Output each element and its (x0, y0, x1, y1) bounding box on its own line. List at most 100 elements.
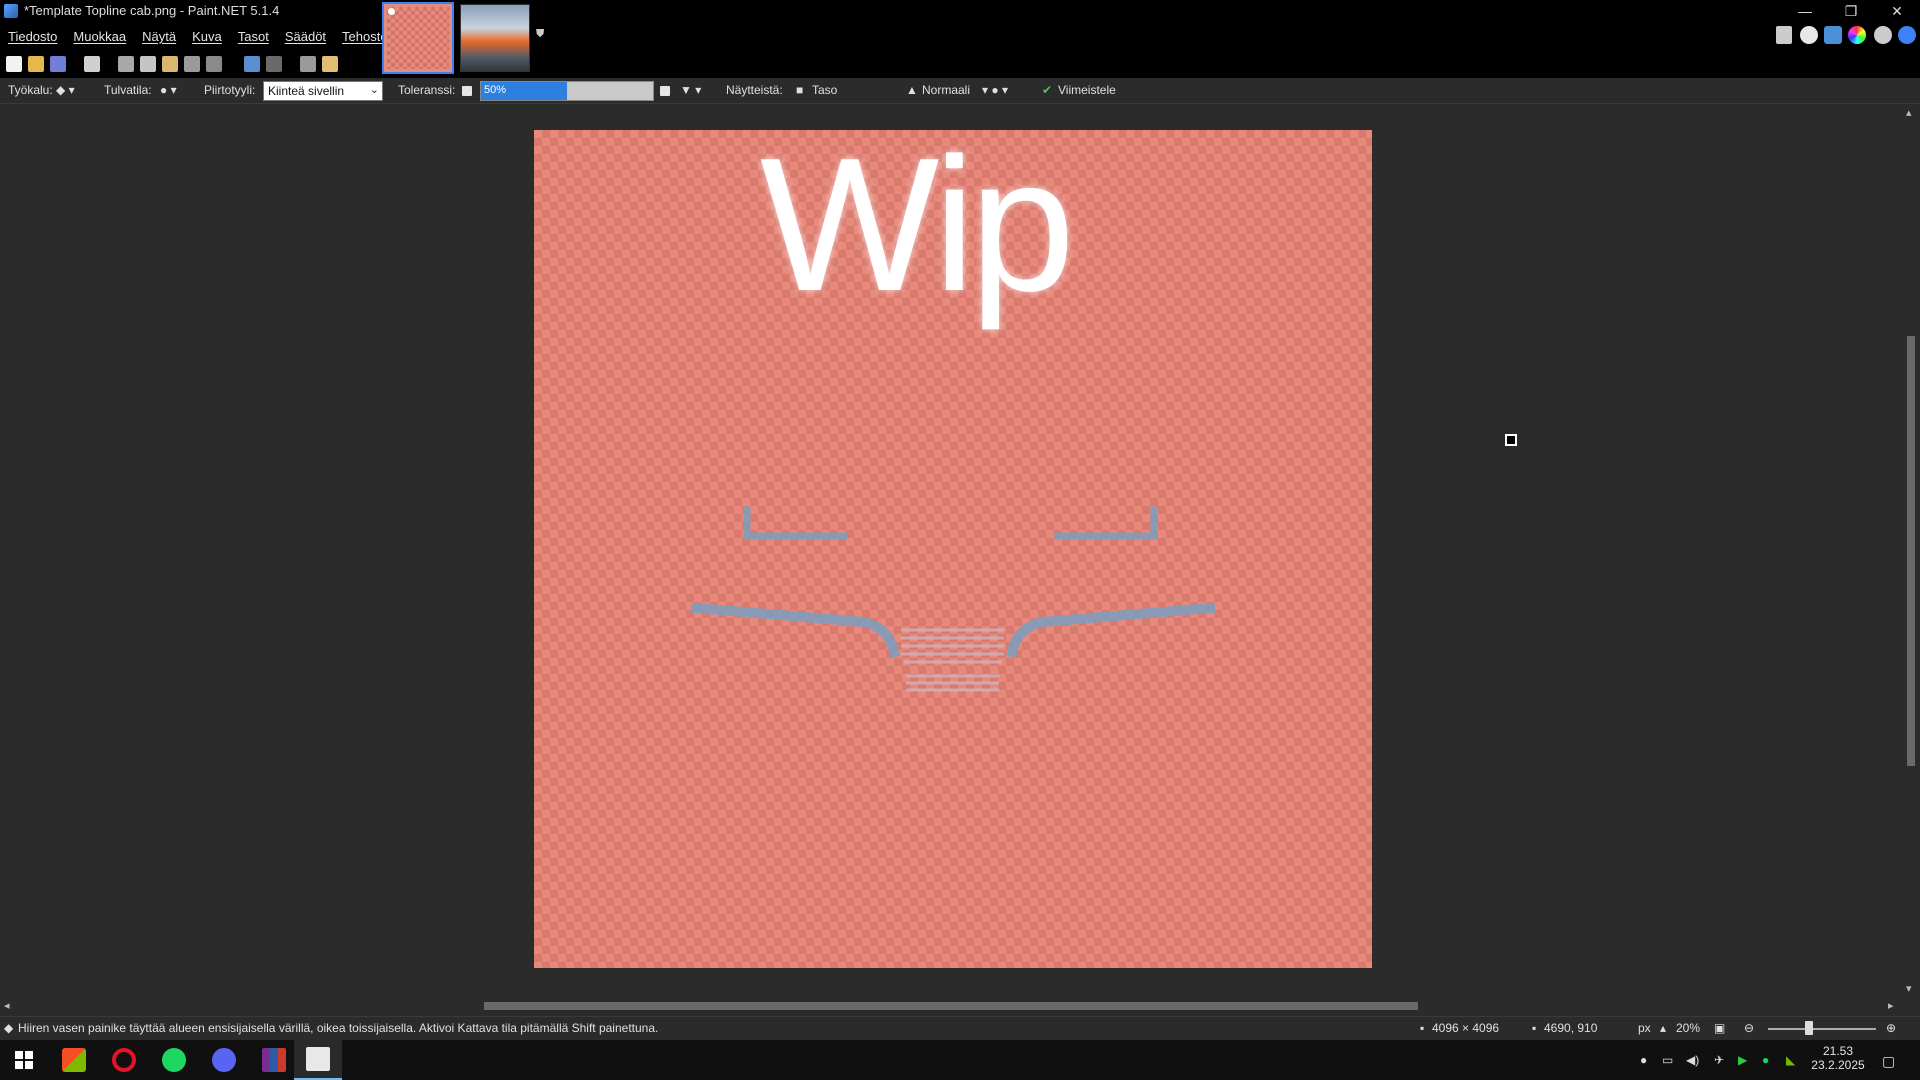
open-icon[interactable] (28, 56, 44, 72)
sampling-label: Näytteistä: (726, 83, 783, 97)
tools-icon[interactable] (1776, 26, 1792, 44)
scroll-down-icon[interactable]: ▾ (1906, 982, 1912, 995)
left-bumper-stripe (690, 602, 900, 658)
taskbar-opera[interactable] (100, 1040, 148, 1080)
vertical-scroll-thumb[interactable] (1907, 336, 1915, 766)
canvas-workspace[interactable]: Wip (0, 106, 1902, 998)
tray-discord-icon[interactable]: ● (1640, 1053, 1647, 1067)
paintnet-icon (306, 1047, 330, 1071)
clock-time: 21.53 (1822, 1044, 1854, 1058)
antialias-icon[interactable]: ▾ ● ▾ (982, 83, 1008, 97)
print-icon[interactable] (84, 56, 100, 72)
grid-icon[interactable] (300, 56, 316, 72)
scroll-up-icon[interactable]: ▴ (1906, 106, 1912, 119)
clock-date: 23.2.2025 (1811, 1058, 1865, 1072)
paint-bucket-icon[interactable]: ◆ ▾ (56, 83, 75, 97)
units-chevron-icon[interactable]: ▴ (1660, 1021, 1666, 1035)
taskbar-winrar[interactable] (250, 1040, 298, 1080)
history-icon[interactable] (1800, 26, 1818, 44)
title-bar: *Template Topline cab.png - Paint.NET 5.… (0, 0, 1920, 78)
horizontal-scroll-thumb[interactable] (484, 1002, 1418, 1010)
help-icon[interactable] (1898, 26, 1916, 44)
sampling-layer-icon[interactable]: ■ (796, 83, 803, 97)
menu-view[interactable]: Näytä (134, 26, 184, 50)
network-icon[interactable]: ▭ (1662, 1053, 1673, 1067)
blend-mode-icon[interactable]: ▲ (906, 83, 918, 97)
zoom-in-icon[interactable]: ⊕ (1886, 1021, 1896, 1035)
status-bar: ◆ Hiiren vasen painike täyttää alueen en… (0, 1016, 1920, 1038)
tolerance-label: Toleranssi: (398, 83, 456, 97)
taskbar: ● ▭ ◀) ✈ ▶ ● ◣ 21.53 23.2.2025 ▢ (0, 1040, 1920, 1080)
clock[interactable]: 21.53 23.2.2025 (1808, 1044, 1868, 1072)
tray-play-icon[interactable]: ▶ (1738, 1053, 1747, 1067)
unsaved-indicator-icon (388, 8, 395, 15)
scroll-left-icon[interactable]: ◂ (4, 999, 10, 1012)
menu-image[interactable]: Kuva (184, 26, 230, 50)
discord-icon (212, 1048, 236, 1072)
close-button[interactable]: ✕ (1874, 0, 1920, 22)
scroll-right-icon[interactable]: ▸ (1888, 999, 1894, 1012)
paste-icon[interactable] (162, 56, 178, 72)
move-cursor-icon (1505, 434, 1517, 446)
chevron-down-icon: ⌄ (369, 84, 379, 96)
zoom-value[interactable]: 20% (1676, 1021, 1700, 1035)
notifications-icon[interactable]: ▢ (1882, 1053, 1895, 1070)
tolerance-increase-button[interactable] (660, 86, 670, 96)
fill-mode-label: Tulvatila: (104, 83, 152, 97)
tool-hint-icon: ◆ (4, 1021, 14, 1035)
menu-edit[interactable]: Muokkaa (65, 26, 134, 50)
cursor-position-icon: ▪ (1532, 1021, 1537, 1035)
restore-button[interactable]: ❐ (1828, 0, 1874, 22)
redo-icon[interactable] (266, 56, 282, 72)
minimize-button[interactable]: — (1782, 0, 1828, 22)
tolerance-slider[interactable]: 50% (480, 81, 654, 101)
settings-icon[interactable] (1874, 26, 1892, 44)
spotify-icon (162, 1048, 186, 1072)
crop-icon[interactable] (184, 56, 200, 72)
zoom-slider[interactable] (1768, 1028, 1876, 1030)
volume-icon[interactable]: ◀) (1686, 1053, 1699, 1067)
taskbar-discord[interactable] (200, 1040, 248, 1080)
zoom-out-icon[interactable]: ⊖ (1744, 1021, 1754, 1035)
layers-icon[interactable] (1824, 26, 1842, 44)
vertical-scrollbar[interactable]: ▴ ▾ (1902, 106, 1920, 998)
tolerance-value: 50% (484, 84, 507, 96)
zoom-slider-thumb[interactable] (1805, 1021, 1813, 1035)
fill-mode-icon[interactable]: ● ▾ (160, 83, 177, 97)
fit-window-icon[interactable]: ▣ (1714, 1021, 1725, 1035)
horizontal-scrollbar[interactable]: ◂ ▸ (0, 998, 1902, 1014)
menu-bar: Tiedosto Muokkaa Näytä Kuva Tasot Säädöt… (0, 26, 406, 50)
tabs-dropdown-icon[interactable]: ⛊ (536, 28, 544, 41)
sampling-value[interactable]: Taso (812, 83, 837, 97)
image-size-icon: ▪ (1420, 1021, 1425, 1035)
copy-icon[interactable] (140, 56, 156, 72)
taskbar-paintnet[interactable] (294, 1040, 342, 1080)
colors-icon[interactable] (1848, 26, 1866, 44)
app-icon (4, 4, 18, 18)
store-icon (62, 1048, 86, 1072)
deselect-icon[interactable] (206, 56, 222, 72)
tray-spotify-icon[interactable]: ● (1762, 1053, 1769, 1067)
units-select[interactable]: px (1638, 1021, 1651, 1035)
save-icon[interactable] (50, 56, 66, 72)
tolerance-decrease-button[interactable] (462, 86, 472, 96)
image-size: 4096 × 4096 (1432, 1021, 1500, 1035)
taskbar-spotify[interactable] (150, 1040, 198, 1080)
menu-file[interactable]: Tiedosto (0, 26, 65, 50)
cut-icon[interactable] (118, 56, 134, 72)
menu-adjustments[interactable]: Säädöt (277, 26, 334, 50)
tool-options-bar: Työkalu: ◆ ▾ Tulvatila: ● ▾ Piirtotyyli:… (0, 78, 1920, 104)
undo-icon[interactable] (244, 56, 260, 72)
new-icon[interactable] (6, 56, 22, 72)
draw-style-select[interactable]: Kiinteä sivellin ⌄ (263, 81, 383, 101)
taskbar-store[interactable] (50, 1040, 98, 1080)
finish-button[interactable]: Viimeistele (1058, 83, 1116, 97)
windows-icon (15, 1051, 33, 1069)
menu-layers[interactable]: Tasot (230, 26, 277, 50)
tray-app-icon[interactable]: ✈ (1714, 1053, 1724, 1067)
alpha-mode-icon[interactable]: ▼ ▾ (680, 83, 701, 97)
start-button[interactable] (0, 1040, 48, 1080)
blend-mode-value[interactable]: Normaali (922, 83, 970, 97)
tray-nvidia-icon[interactable]: ◣ (1786, 1053, 1795, 1067)
ruler-icon[interactable] (322, 56, 338, 72)
